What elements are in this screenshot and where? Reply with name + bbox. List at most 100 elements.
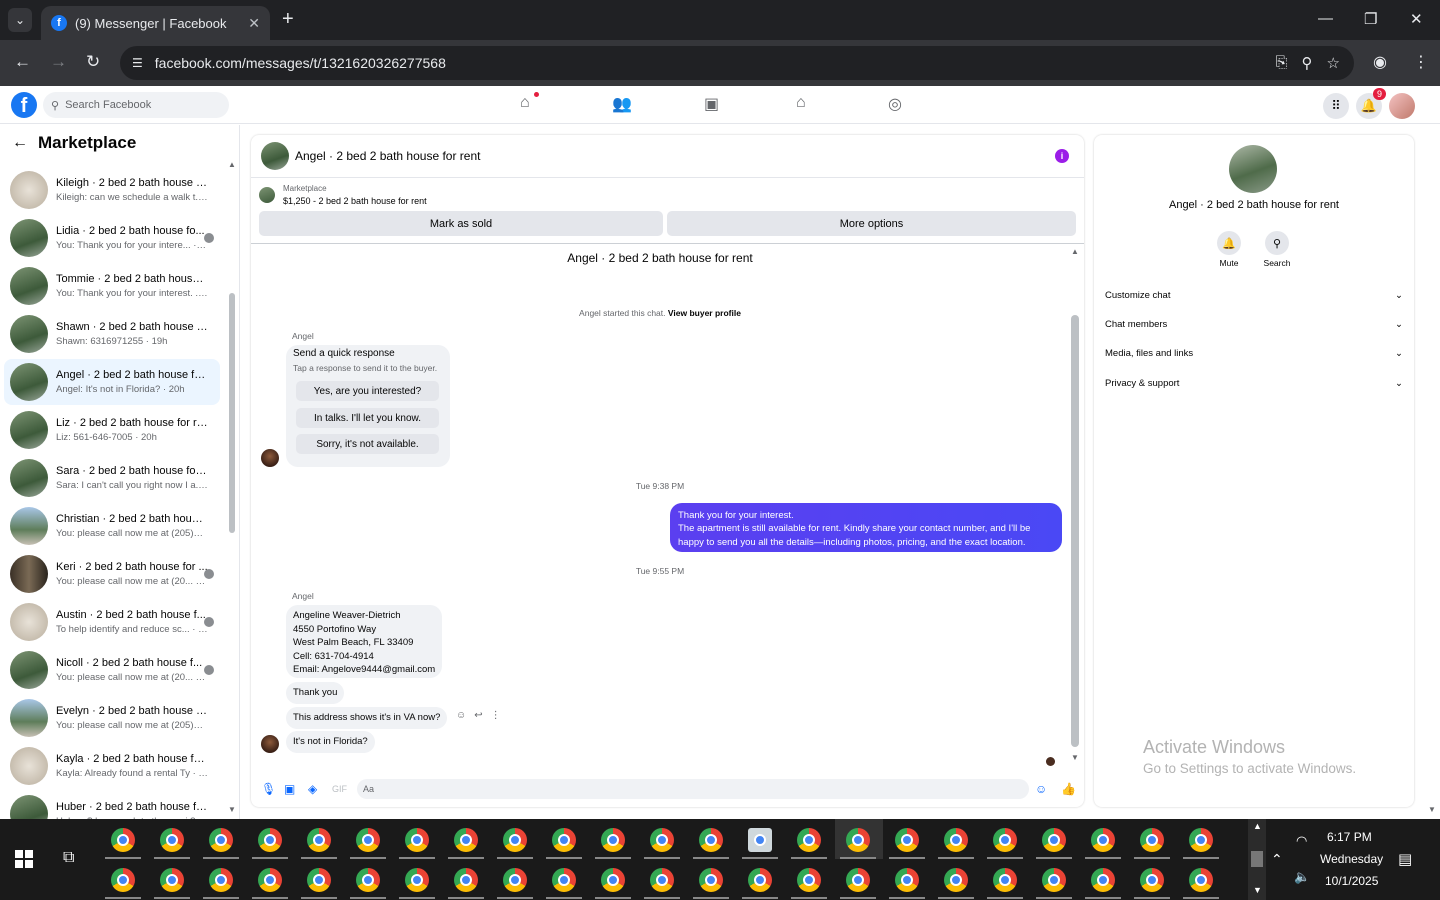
app-window-icon[interactable] [748, 828, 772, 852]
chrome-window-icon[interactable] [1189, 868, 1213, 892]
chrome-window-icon[interactable] [797, 828, 821, 852]
search-icon[interactable]: ⚲ [1265, 231, 1289, 255]
sidebar-scrollbar[interactable] [229, 293, 235, 533]
chrome-window-icon[interactable] [846, 868, 870, 892]
profile-icon[interactable]: ◉ [1373, 52, 1387, 72]
clock-date[interactable]: 10/1/2025 [1325, 874, 1378, 888]
sender-avatar[interactable] [261, 449, 279, 467]
chrome-window-icon[interactable] [748, 868, 772, 892]
info-avatar[interactable] [1229, 145, 1277, 193]
chrome-window-icon[interactable] [993, 868, 1017, 892]
chat-scrollbar[interactable] [1071, 315, 1079, 747]
minimize-button[interactable]: — [1318, 10, 1333, 27]
conversation-item[interactable]: Lidia · 2 bed 2 bath house fo... You: Tha… [4, 215, 220, 261]
like-thumb-icon[interactable]: 👍 [1061, 782, 1076, 796]
chrome-window-icon[interactable] [503, 868, 527, 892]
chrome-window-icon[interactable] [846, 828, 870, 852]
conversation-item[interactable]: Tommie · 2 bed 2 bath house f... You: Tha… [4, 263, 220, 309]
conversation-item[interactable]: Huber · 2 bed 2 bath house for ...Huber:… [4, 791, 220, 819]
chrome-window-icon[interactable] [1091, 828, 1115, 852]
marketplace-nav-icon[interactable]: ⌂ [786, 94, 878, 114]
chrome-window-icon[interactable] [454, 828, 478, 852]
site-info-icon[interactable]: ☰ [132, 56, 143, 70]
chrome-window-icon[interactable] [1140, 828, 1164, 852]
sender-avatar[interactable] [261, 735, 279, 753]
chrome-window-icon[interactable] [111, 868, 135, 892]
chrome-window-icon[interactable] [993, 828, 1017, 852]
incoming-message-address[interactable]: Angeline Weaver-Dietrich 4550 Portofino … [286, 605, 443, 678]
scroll-down-arrow-icon[interactable]: ▼ [1071, 753, 1079, 762]
chrome-window-icon[interactable] [209, 828, 233, 852]
page-scroll-down-arrow-icon[interactable]: ▼ [1428, 805, 1436, 814]
tray-chevron-up-icon[interactable]: ⌃ [1271, 851, 1283, 868]
incoming-message[interactable]: Thank you [286, 682, 345, 704]
chrome-window-icon[interactable] [601, 868, 625, 892]
notification-center-icon[interactable]: ▤ [1398, 850, 1412, 868]
quick-reply-button[interactable]: In talks. I'll let you know. [296, 408, 439, 428]
conversation-item[interactable]: Evelyn · 2 bed 2 bath house for... You: p… [4, 695, 220, 741]
taskbar-scrollbar[interactable]: ▲ ▼ [1248, 819, 1266, 900]
account-avatar[interactable] [1389, 93, 1415, 119]
url-text[interactable]: facebook.com/messages/t/1321620326277568 [155, 55, 446, 71]
bookmark-star-icon[interactable]: ☆ [1327, 54, 1340, 72]
menu-grid-icon[interactable]: ⠿ [1323, 93, 1349, 119]
gif-icon[interactable]: GIF [332, 784, 347, 794]
conversation-item[interactable]: Angel · 2 bed 2 bath house for ... Angel:… [4, 359, 220, 405]
chrome-window-icon[interactable] [209, 868, 233, 892]
tab-list-button[interactable]: ⌄ [8, 8, 32, 32]
zoom-icon[interactable]: ⚲ [1302, 54, 1313, 72]
maximize-button[interactable]: ❐ [1364, 10, 1377, 28]
new-tab-button[interactable]: + [282, 8, 294, 31]
mute-bell-icon[interactable]: 🔔 [1217, 231, 1241, 255]
quick-reply-button[interactable]: Sorry, it's not available. [296, 434, 439, 454]
conversation-item[interactable]: Kayla · 2 bed 2 bath house for r... Kayla… [4, 743, 220, 789]
install-app-icon[interactable]: ⎘ [1276, 54, 1288, 72]
facebook-search-input[interactable]: ⚲ Search Facebook [43, 92, 229, 118]
task-view-icon[interactable]: ⧉ [63, 849, 74, 867]
conversation-item[interactable]: Nicoll · 2 bed 2 bath house f... You: ple… [4, 647, 220, 693]
chrome-window-icon[interactable] [160, 868, 184, 892]
clock-time[interactable]: 6:17 PM [1327, 830, 1372, 844]
chrome-window-icon[interactable] [405, 828, 429, 852]
chrome-window-icon[interactable] [1042, 828, 1066, 852]
chrome-window-icon[interactable] [699, 828, 723, 852]
chrome-window-icon[interactable] [1140, 868, 1164, 892]
chat-avatar[interactable] [261, 142, 289, 170]
windows-start-icon[interactable] [15, 850, 33, 868]
chat-header-name[interactable]: Angel · 2 bed 2 bath house for rent [295, 149, 480, 163]
conversation-item[interactable]: Christian · 2 bed 2 bath house f... You: … [4, 503, 220, 549]
conversation-item[interactable]: Sara · 2 bed 2 bath house for r... Sara: … [4, 455, 220, 501]
video-nav-icon[interactable]: ▣ [694, 94, 786, 114]
chat-members-row[interactable]: Chat members ⌄ [1105, 319, 1403, 330]
chrome-window-icon[interactable] [944, 868, 968, 892]
reload-icon[interactable]: ↻ [86, 52, 100, 72]
scroll-up-arrow-icon[interactable]: ▲ [228, 160, 236, 169]
listing-title[interactable]: $1,250 - 2 bed 2 bath house for rent [283, 196, 427, 206]
message-input[interactable]: Aa [357, 779, 1029, 799]
chrome-window-icon[interactable] [895, 828, 919, 852]
tab-close-icon[interactable]: ✕ [248, 15, 260, 32]
chrome-window-icon[interactable] [111, 828, 135, 852]
chrome-window-icon[interactable] [650, 868, 674, 892]
volume-icon[interactable]: 🔈 [1294, 869, 1310, 885]
mark-as-sold-button[interactable]: Mark as sold [259, 211, 663, 236]
address-bar[interactable]: ☰ facebook.com/messages/t/13216203262775… [120, 46, 1354, 80]
forward-arrow-icon[interactable]: → [50, 52, 67, 72]
react-emoji-icon[interactable]: ☺ [456, 710, 466, 721]
close-window-button[interactable]: ✕ [1410, 10, 1423, 28]
scroll-up-arrow-icon[interactable]: ▲ [1253, 821, 1262, 831]
back-arrow-icon[interactable]: ← [12, 134, 28, 152]
chrome-window-icon[interactable] [944, 828, 968, 852]
scroll-down-arrow-icon[interactable]: ▼ [228, 805, 236, 814]
facebook-logo-icon[interactable]: f [11, 92, 37, 118]
scroll-up-arrow-icon[interactable]: ▲ [1071, 247, 1079, 256]
conversation-item[interactable]: Keri · 2 bed 2 bath house for ... You: pl… [4, 551, 220, 597]
chrome-window-icon[interactable] [307, 828, 331, 852]
chrome-window-icon[interactable] [307, 868, 331, 892]
chrome-window-icon[interactable] [650, 828, 674, 852]
conversation-item[interactable]: Liz · 2 bed 2 bath house for rent Liz: 56… [4, 407, 220, 453]
chrome-window-icon[interactable] [699, 868, 723, 892]
chrome-window-icon[interactable] [1189, 828, 1213, 852]
conversation-item[interactable]: Austin · 2 bed 2 bath house f... To help … [4, 599, 220, 645]
media-files-links-row[interactable]: Media, files and links ⌄ [1105, 348, 1403, 359]
